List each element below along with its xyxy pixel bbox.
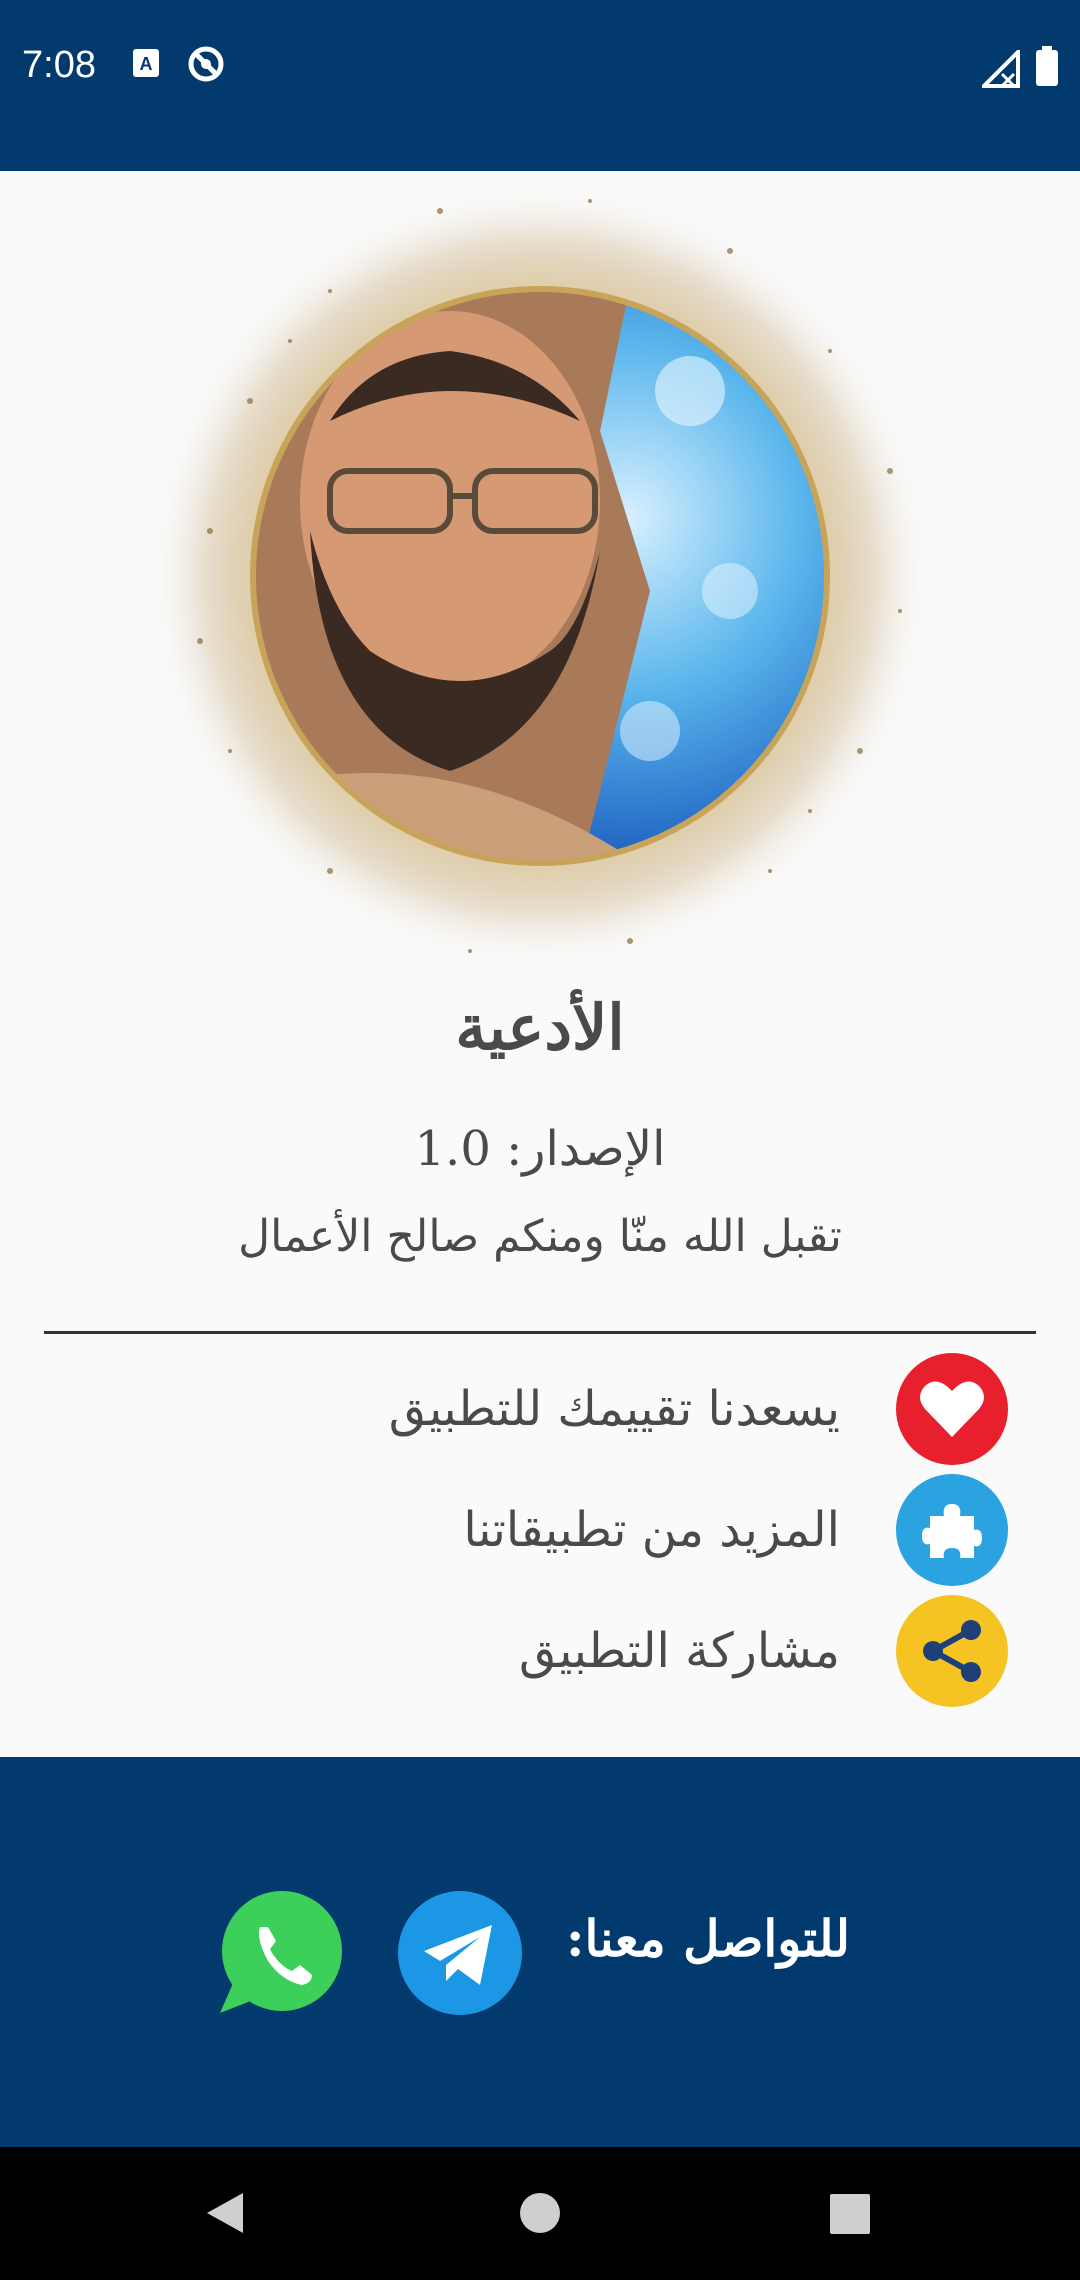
puzzle-icon [896,1474,1008,1586]
system-navigation-bar [0,2147,1080,2280]
more-apps-item[interactable]: المزيد من تطبيقاتنا [40,1472,1040,1588]
a-badge-icon: A [133,49,159,77]
rate-app-label: يسعدنا تقييمك للتطبيق [388,1381,840,1437]
about-content: الأدعية الإصدار: 1.0 تقبل الله منّا ومنك… [0,171,1080,1757]
recents-icon[interactable] [829,2193,871,2235]
signal-off-icon [982,50,1020,88]
svg-text:A: A [140,54,153,74]
app-version: الإصدار: 1.0 [414,1121,666,1177]
blessing-text: تقبل الله منّا ومنكم صالح الأعمال [238,1211,842,1262]
contact-label: للتواصل معنا: [565,1909,850,1968]
rate-app-item[interactable]: يسعدنا تقييمك للتطبيق [40,1351,1040,1467]
status-bar: 7:08 A [0,0,1080,171]
app-title: الأدعية [455,991,625,1064]
more-apps-label: المزيد من تطبيقاتنا [463,1502,840,1558]
back-icon[interactable] [205,2191,245,2235]
whatsapp-icon [220,1891,342,2013]
divider [44,1331,1036,1334]
telegram-icon [398,1891,522,2015]
telegram-button[interactable] [396,1889,524,2017]
home-icon[interactable] [518,2191,562,2235]
heart-icon [896,1353,1008,1465]
status-time: 7:08 [22,44,96,86]
no-sync-icon [188,46,224,82]
whatsapp-button[interactable] [216,1889,344,2017]
portrait-frame [130,171,950,971]
share-icon [896,1595,1008,1707]
share-app-label: مشاركة التطبيق [519,1623,840,1679]
contact-footer: للتواصل معنا: [0,1757,1080,2147]
share-app-item[interactable]: مشاركة التطبيق [40,1593,1040,1709]
battery-icon [1036,46,1058,86]
portrait-image [145,181,935,971]
